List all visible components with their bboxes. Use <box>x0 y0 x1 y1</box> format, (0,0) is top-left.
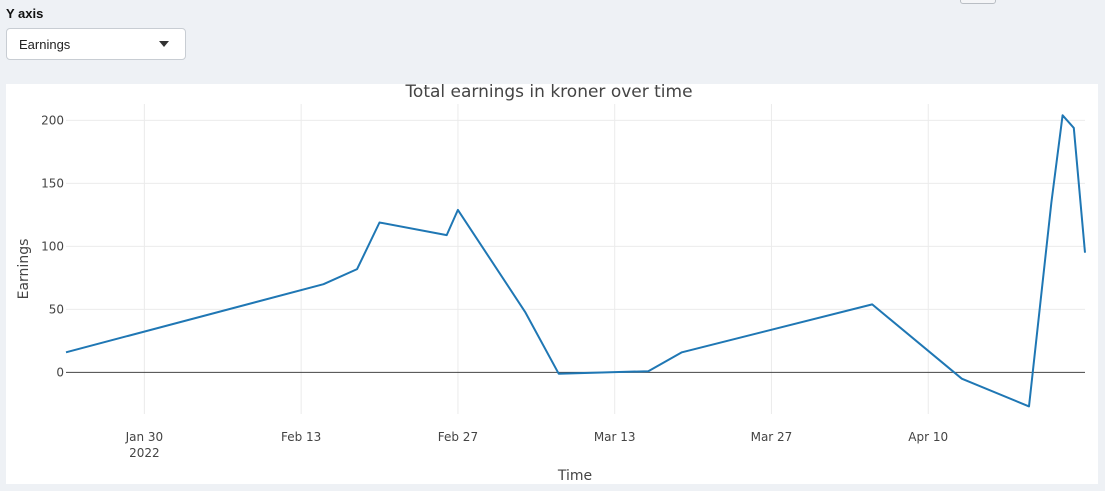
y-tick-label: 150 <box>41 176 64 190</box>
y-tick-label: 0 <box>56 365 64 379</box>
yaxis-select-value: Earnings <box>19 36 71 52</box>
caret-down-icon <box>159 41 169 47</box>
earnings-line <box>65 114 1086 408</box>
chart-panel: Jan 30 2022 Feb 13 Feb 27 Mar 13 Mar 27 Apr 10… <box>6 82 1098 484</box>
y-tick-label: 100 <box>41 239 64 253</box>
x-tick-label: Feb 13 <box>281 430 321 444</box>
x-tick-label: Mar 13 <box>594 430 636 444</box>
yaxis-label: Y axis <box>6 6 44 21</box>
chart-title: Total earnings in kroner over time <box>404 84 692 102</box>
x-tick-label: Feb 27 <box>438 430 478 444</box>
y-tick-label: 200 <box>41 113 64 127</box>
top-button[interactable] <box>960 0 996 4</box>
x-tick-label: Mar 27 <box>751 430 793 444</box>
yaxis-control: Y axis Earnings <box>6 6 306 60</box>
x-tick-label: Apr 10 <box>908 430 948 444</box>
earnings-chart: Jan 30 2022 Feb 13 Feb 27 Mar 13 Mar 27 Apr 10… <box>16 82 1086 484</box>
x-tick-sublabel: 2022 <box>129 446 160 460</box>
line-layer <box>65 114 1086 408</box>
x-axis-title: Time <box>557 468 592 484</box>
y-axis-title: Earnings <box>16 239 32 300</box>
x-tick-label: Jan 30 <box>125 430 164 444</box>
y-tick-label: 50 <box>49 302 64 316</box>
yaxis-select[interactable]: Earnings <box>6 28 186 60</box>
grid-layer <box>66 104 1085 414</box>
